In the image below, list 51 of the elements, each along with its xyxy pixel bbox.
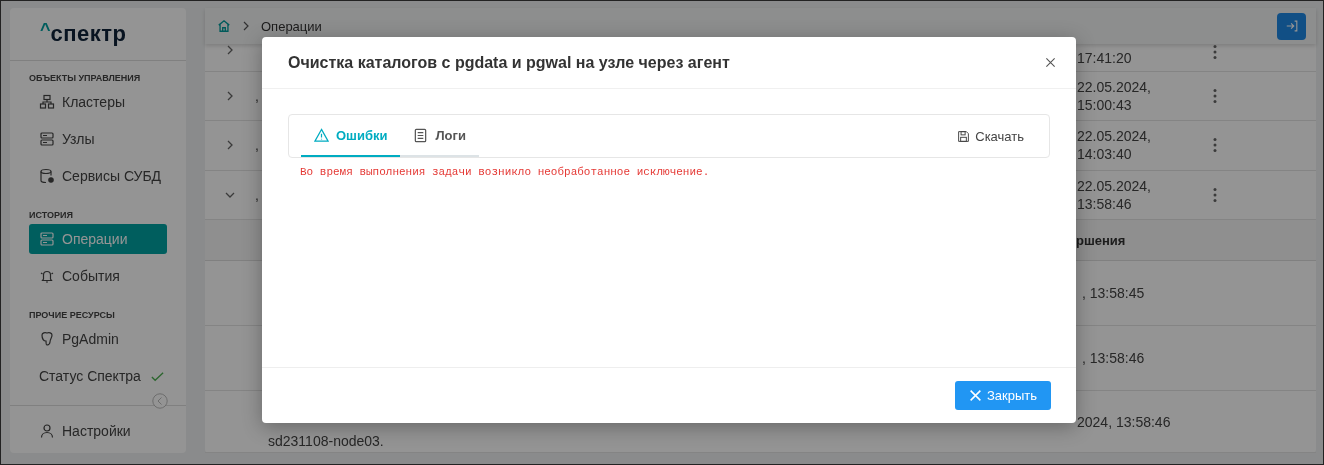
stack-icon: [39, 94, 55, 110]
close-icon: [968, 389, 982, 402]
section-title: ОБЪЕКТЫ УПРАВЛЕНИЯ: [28, 72, 142, 85]
table-cell-text: ,: [255, 137, 260, 154]
server-icon: [39, 231, 55, 247]
nav-item[interactable]: Операции: [29, 224, 167, 254]
tab[interactable]: Логи: [400, 115, 479, 157]
nav-item[interactable]: События: [29, 261, 167, 291]
download-button[interactable]: Скачать: [957, 115, 1024, 157]
tab[interactable]: Ошибки: [301, 115, 401, 157]
table-cell: 2024, 13:58:46: [1077, 413, 1171, 430]
nav-item[interactable]: Кластеры: [29, 87, 167, 117]
table-cell: , 13:58:45: [1082, 285, 1145, 301]
bell-icon: [39, 268, 55, 284]
nav-item[interactable]: Статус Спектра: [29, 361, 167, 391]
table-cell: , 13:58:46: [1082, 350, 1145, 366]
server-icon: [39, 131, 55, 147]
column-header: ршения: [1076, 232, 1126, 248]
chevron-icon: [241, 21, 251, 31]
more-icon[interactable]: [1213, 44, 1217, 60]
more-icon[interactable]: [1213, 87, 1217, 104]
logo: спектр: [50, 21, 127, 47]
table-cell-text: 22.05.2024, 15:00:43: [1077, 77, 1152, 114]
warning-icon: [314, 127, 329, 143]
home-icon[interactable]: [217, 19, 231, 33]
table-cell: sd231108-node03.: [268, 433, 384, 450]
nav-item[interactable]: PgAdmin: [29, 324, 167, 354]
section-title: ПРОЧИЕ РЕСУРСЫ: [28, 309, 116, 322]
more-icon[interactable]: [1213, 186, 1217, 203]
breadcrumb: Операции: [261, 18, 322, 34]
table-cell-text: 22.05.2024, 14:03:40: [1077, 127, 1152, 164]
table-cell-text: ,: [255, 186, 260, 203]
table-cell-text: ,: [255, 87, 260, 104]
logout-icon: [1284, 19, 1299, 33]
section-title: ИСТОРИЯ: [28, 209, 74, 222]
settings-item[interactable]: Настройки: [29, 416, 167, 446]
error-message: Во время выполнения задачи возникло необработанное исключение.: [299, 166, 711, 178]
dialog-title: Очистка каталогов с pgdata и pgwal на узле через агент: [288, 53, 730, 72]
document-icon: [413, 127, 429, 143]
logo-mark: ^: [40, 19, 51, 41]
nav-item[interactable]: Узлы: [29, 124, 167, 154]
logout-button[interactable]: [1277, 12, 1306, 40]
table-cell-text: 22.05.2024, 13:58:46: [1077, 176, 1152, 213]
nav-item[interactable]: Сервисы СУБД: [29, 161, 167, 191]
close-button[interactable]: Закрыть: [955, 381, 1051, 410]
close-icon[interactable]: [1045, 57, 1056, 68]
database-icon: [39, 168, 55, 184]
user-icon: [39, 423, 55, 439]
more-icon[interactable]: [1213, 137, 1217, 154]
table-cell-text: 17:41:20: [1077, 48, 1133, 68]
save-icon: [957, 129, 971, 143]
